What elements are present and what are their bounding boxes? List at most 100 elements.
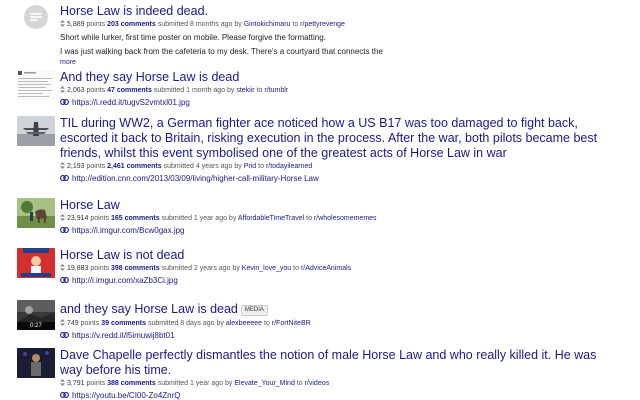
submitted-text: submitted 8 months ago by <box>157 21 242 28</box>
result-title[interactable]: Dave Chapelle perfectly dismantles the n… <box>60 348 608 378</box>
subreddit-link[interactable]: r/FortNiteBR <box>272 320 311 327</box>
subreddit-link[interactable]: r/videos <box>305 380 330 387</box>
subreddit-link[interactable]: r/wholesomememes <box>314 215 377 222</box>
subreddit-link[interactable]: r/tumblr <box>264 87 288 94</box>
author-link[interactable]: alexbeeeee <box>226 320 262 327</box>
points-value: 749 <box>67 320 79 327</box>
result-meta: 749 points 39 comments submitted 8 days … <box>60 319 608 329</box>
author-link[interactable]: stekiir <box>236 87 254 94</box>
result-title[interactable]: Horse Law <box>60 198 608 213</box>
link-chain-icon <box>60 175 69 181</box>
score-arrows-icon <box>60 319 65 326</box>
result-thumbnail[interactable] <box>17 116 55 146</box>
result-title[interactable]: Horse Law is indeed dead. <box>60 4 608 19</box>
result-url[interactable]: https://youtu.be/CI00-Zo4ZnrQ <box>60 390 608 400</box>
link-chain-icon <box>60 392 69 398</box>
points-value: 23,914 <box>67 215 89 222</box>
author-link[interactable]: Elevate_Your_Mind <box>234 380 294 387</box>
video-thumbnail[interactable]: 0:27 <box>17 300 55 330</box>
result-thumbnail[interactable] <box>17 348 55 378</box>
points-label: points <box>86 163 106 170</box>
author-link[interactable]: AffordableTimeTravel <box>238 215 304 222</box>
submitted-text: submitted 1 year ago by <box>157 380 233 387</box>
comments-link[interactable]: 39 comments <box>101 320 146 327</box>
points-label: points <box>80 320 100 327</box>
result-meta: 2,193 points 2,461 comments submitted 4 … <box>60 162 608 172</box>
score-arrows-icon <box>60 86 65 93</box>
video-duration: 0:27 <box>17 322 55 330</box>
points-label: points <box>90 265 110 272</box>
result-url[interactable]: https://i.imgur.com/Bcw0gax.jpg <box>60 225 608 236</box>
points-value: 5,889 <box>67 21 85 28</box>
comments-link[interactable]: 203 comments <box>107 21 156 28</box>
result-url-text[interactable]: http://edition.cnn.com/2013/03/09/living… <box>72 174 319 183</box>
points-label: points <box>86 21 106 28</box>
result-url[interactable]: http://edition.cnn.com/2013/03/09/living… <box>60 173 608 184</box>
result-meta: 19,883 points 398 comments submitted 2 y… <box>60 264 608 274</box>
submitted-text: submitted 1 month ago by <box>153 87 235 94</box>
result-meta: 3,791 points 388 comments submitted 1 ye… <box>60 379 608 389</box>
selftext-line: Short while lurker, first time poster on… <box>60 33 326 42</box>
points-value: 2,063 <box>67 87 85 94</box>
comments-link[interactable]: 2,461 comments <box>107 163 161 170</box>
result-title[interactable]: TIL during WW2, a German fighter ace not… <box>60 116 608 161</box>
points-value: 2,193 <box>67 163 85 170</box>
result-title[interactable]: Horse Law is not dead <box>60 248 608 263</box>
points-label: points <box>86 380 106 387</box>
result-url-text[interactable]: https://i.imgur.com/Bcw0gax.jpg <box>72 226 185 235</box>
link-chain-icon <box>60 332 69 338</box>
points-value: 19,883 <box>67 265 89 272</box>
author-link[interactable]: Kevin_love_you <box>242 265 291 272</box>
author-link[interactable]: Prid <box>244 163 256 170</box>
subreddit-link[interactable]: r/todayilearned <box>266 163 312 170</box>
submitted-text: submitted 4 years ago by <box>163 163 242 170</box>
points-label: points <box>86 87 106 94</box>
result-thumbnail[interactable] <box>17 248 55 278</box>
to-text: to <box>258 163 264 170</box>
result-meta: 23,914 points 165 comments submitted 1 y… <box>60 214 608 224</box>
points-label: points <box>90 215 110 222</box>
text-post-icon[interactable] <box>17 4 55 34</box>
to-text: to <box>296 380 303 387</box>
result-url-text[interactable]: https://i.redd.it/tugvS2vmtxl01.jpg <box>72 98 190 107</box>
result-thumbnail[interactable] <box>17 70 55 100</box>
link-chain-icon <box>60 227 69 233</box>
submitted-text: submitted 8 days ago by <box>147 320 224 327</box>
comments-link[interactable]: 165 comments <box>111 215 160 222</box>
subreddit-link[interactable]: r/AdviceAnimals <box>301 265 351 272</box>
submitted-text: submitted 1 year ago by <box>161 215 237 222</box>
result-url-text[interactable]: http://i.imgur.com/xaZb3Ci.jpg <box>72 276 178 285</box>
to-text: to <box>292 21 299 28</box>
result-thumbnail[interactable] <box>17 198 55 228</box>
result-title[interactable]: and they say Horse Law is dead <box>60 302 238 316</box>
link-chain-icon <box>60 277 69 283</box>
result-title[interactable]: And they say Horse Law is dead <box>60 70 608 85</box>
selftext-line: I was just walking back from the cafeter… <box>60 47 383 56</box>
more-link[interactable]: more <box>60 59 608 66</box>
score-arrows-icon <box>60 162 65 169</box>
result-url[interactable]: http://i.imgur.com/xaZb3Ci.jpg <box>60 275 608 286</box>
submitted-text: submitted 2 years ago by <box>161 265 240 272</box>
comments-link[interactable]: 398 comments <box>111 265 160 272</box>
comments-link[interactable]: 47 comments <box>107 87 152 94</box>
result-url[interactable]: https://v.redd.it/l5imuwij8bt01 <box>60 330 608 341</box>
result-meta: 2,063 points 47 comments submitted 1 mon… <box>60 86 608 96</box>
points-value: 3,791 <box>67 380 85 387</box>
result-meta: 5,889 points 203 comments submitted 8 mo… <box>60 20 608 30</box>
to-text: to <box>306 215 312 222</box>
score-arrows-icon <box>60 214 65 221</box>
comments-link[interactable]: 388 comments <box>107 380 156 387</box>
author-link[interactable]: Gintokichimaru <box>244 21 291 28</box>
media-badge: MEDIA <box>240 305 268 316</box>
result-url[interactable]: https://i.redd.it/tugvS2vmtxl01.jpg <box>60 97 608 108</box>
score-arrows-icon <box>60 20 65 27</box>
to-text: to <box>256 87 263 94</box>
link-chain-icon <box>60 99 69 105</box>
subreddit-link[interactable]: r/pettyrevenge <box>300 21 345 28</box>
result-url-text[interactable]: https://v.redd.it/l5imuwij8bt01 <box>72 331 175 340</box>
selftext-preview: Short while lurker, first time poster on… <box>60 32 450 58</box>
score-arrows-icon <box>60 264 65 271</box>
to-text: to <box>293 265 300 272</box>
to-text: to <box>263 320 270 327</box>
result-url-text[interactable]: https://youtu.be/CI00-Zo4ZnrQ <box>72 391 181 400</box>
